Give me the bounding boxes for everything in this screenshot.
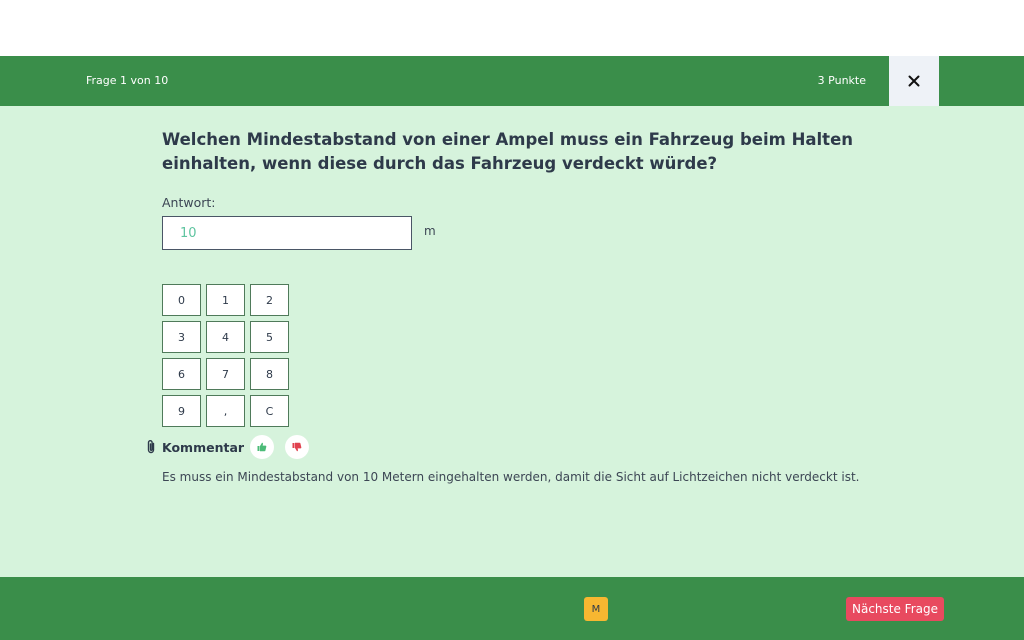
top-spacer: [0, 0, 1024, 56]
question-progress: Frage 1 von 10: [86, 74, 169, 87]
next-question-button[interactable]: Nächste Frage: [846, 597, 944, 621]
mark-question-button[interactable]: M: [584, 597, 608, 621]
header-bar: Frage 1 von 10 3 Punkte: [0, 56, 1024, 106]
key-4[interactable]: 4: [206, 321, 245, 353]
number-keypad: 0 1 2 3 4 5 6 7 8 9 , C: [162, 284, 289, 427]
question-area: Welchen Mindestabstand von einer Ampel m…: [0, 106, 1024, 577]
key-5[interactable]: 5: [250, 321, 289, 353]
thumbs-down-icon: [292, 442, 302, 452]
key-comma[interactable]: ,: [206, 395, 245, 427]
key-0[interactable]: 0: [162, 284, 201, 316]
thumbs-up-icon: [257, 442, 267, 452]
answer-label: Antwort:: [162, 195, 216, 210]
footer-bar: M Nächste Frage: [0, 577, 1024, 640]
key-1[interactable]: 1: [206, 284, 245, 316]
comment-header: Kommentar: [143, 434, 320, 460]
answer-unit: m: [424, 224, 436, 238]
key-clear[interactable]: C: [250, 395, 289, 427]
key-9[interactable]: 9: [162, 395, 201, 427]
key-2[interactable]: 2: [250, 284, 289, 316]
key-6[interactable]: 6: [162, 358, 201, 390]
comment-text: Es muss ein Mindestabstand von 10 Metern…: [162, 470, 860, 484]
key-3[interactable]: 3: [162, 321, 201, 353]
close-icon: [908, 75, 920, 87]
key-7[interactable]: 7: [206, 358, 245, 390]
key-8[interactable]: 8: [250, 358, 289, 390]
answer-input[interactable]: [162, 216, 412, 250]
comment-title: Kommentar: [162, 439, 245, 455]
close-button[interactable]: [889, 56, 939, 106]
thumbs-down-button[interactable]: [285, 435, 310, 459]
paperclip-icon: [143, 437, 159, 457]
thumbs-up-button[interactable]: [250, 435, 275, 459]
question-points: 3 Punkte: [817, 74, 866, 87]
question-text: Welchen Mindestabstand von einer Ampel m…: [162, 130, 854, 173]
